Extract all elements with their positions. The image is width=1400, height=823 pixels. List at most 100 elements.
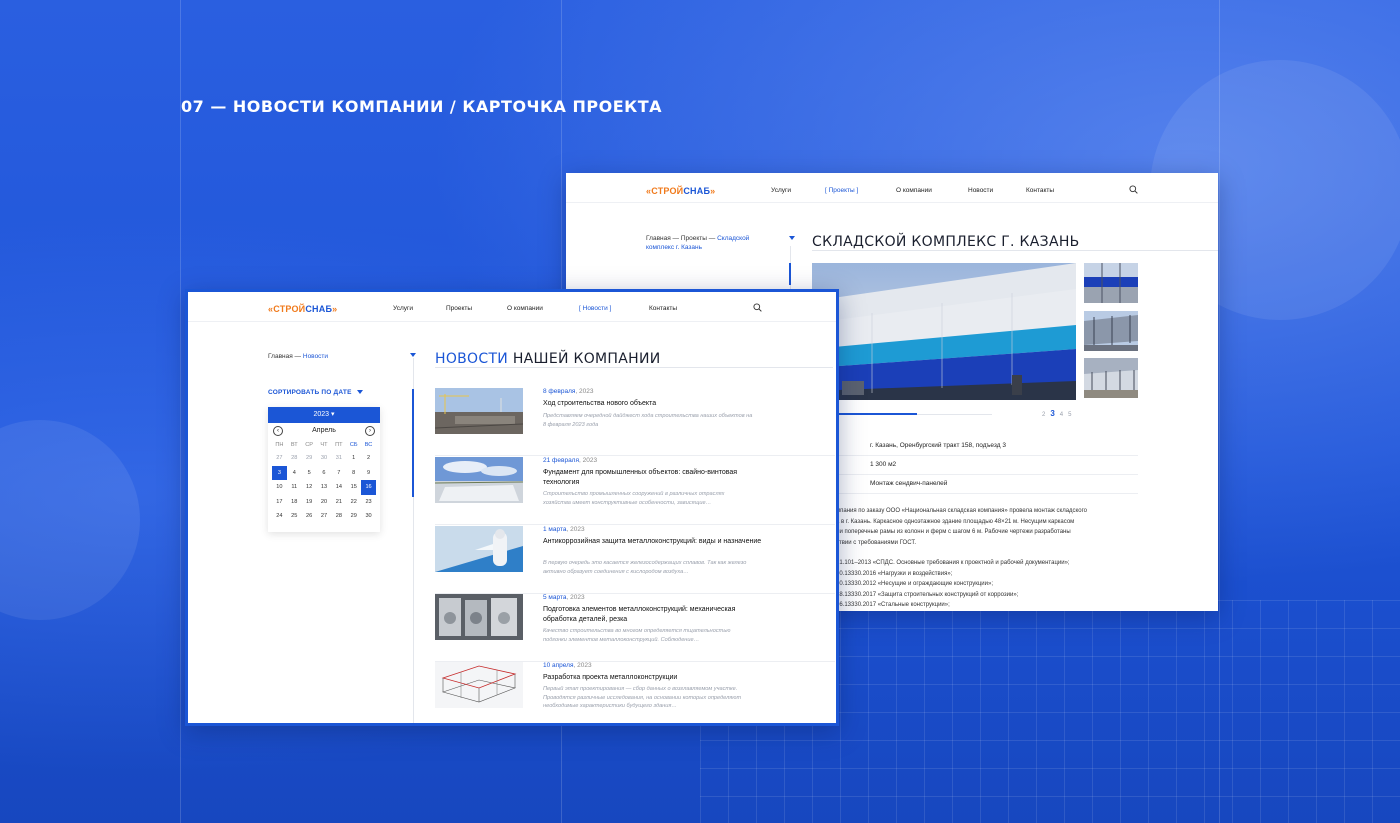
calendar-day[interactable]: 26: [302, 509, 317, 524]
calendar-day[interactable]: 21: [331, 495, 346, 510]
calendar: 2023 ▾ ‹ Апрель › ПН ВТ СР ЧТ ПТ СБ ВС 27 28 29 30…: [268, 407, 380, 532]
nav-item-contacts[interactable]: Контакты: [1026, 187, 1054, 194]
news-thumbnail[interactable]: [435, 594, 523, 640]
calendar-day[interactable]: 6: [317, 466, 332, 481]
calendar-day[interactable]: 30: [361, 509, 376, 524]
calendar-day[interactable]: 10: [272, 480, 287, 495]
calendar-day[interactable]: 9: [361, 466, 376, 481]
calendar-day-selected[interactable]: 3: [272, 465, 287, 480]
calendar-day[interactable]: 1: [346, 451, 361, 466]
nav-item-projects[interactable]: Проекты: [446, 305, 507, 312]
thumbnail-image: [1084, 358, 1138, 398]
calendar-day[interactable]: 29: [346, 509, 361, 524]
project-main-photo[interactable]: [812, 263, 1076, 400]
calendar-day[interactable]: 27: [272, 451, 287, 466]
news-headline[interactable]: Фундамент для промышленных объектов: сва…: [543, 468, 763, 488]
news-item[interactable]: 5 марта, 2023 Подготовка элементов метал…: [435, 594, 835, 662]
calendar-day[interactable]: 23: [361, 495, 376, 510]
news-headline[interactable]: Ход строительства нового объекта: [543, 399, 763, 409]
nav-item-about[interactable]: О компании: [896, 187, 968, 194]
date-day: 10 апреля: [543, 662, 574, 669]
pager-page[interactable]: 2: [1042, 412, 1045, 418]
breadcrumb-sep: —: [292, 353, 303, 360]
calendar-day[interactable]: 25: [287, 509, 302, 524]
calendar-day[interactable]: 4: [287, 466, 302, 481]
calendar-day[interactable]: 18: [287, 495, 302, 510]
news-excerpt: Первый этап проектирования — сбор данных…: [543, 686, 742, 709]
calendar-day[interactable]: 24: [272, 509, 287, 524]
calendar-day[interactable]: 7: [331, 466, 346, 481]
date-year: , 2023: [579, 457, 598, 464]
calendar-day[interactable]: 13: [317, 480, 332, 495]
nav-item-projects[interactable]: [ Проекты ]: [825, 187, 896, 194]
news-item[interactable]: 1 марта, 2023 Антикоррозийная защита мет…: [435, 526, 835, 594]
news-thumbnail[interactable]: [435, 662, 523, 708]
news-headline[interactable]: Разработка проекта металлоконструкции: [543, 673, 763, 683]
nav-item-about[interactable]: О компании: [507, 305, 579, 312]
nav-item-news[interactable]: Новости: [968, 187, 1026, 194]
project-description: мпания по заказу ООО «Национальная склад…: [836, 506, 1136, 548]
news-excerpt: Представляем очередной дайджест хода стр…: [543, 413, 753, 428]
brand-logo[interactable]: «СТРОЙСНАБ»: [646, 186, 715, 196]
pager-page[interactable]: 5: [1068, 412, 1071, 418]
calendar-day[interactable]: 2: [361, 451, 376, 466]
nav-item-services[interactable]: Услуги: [393, 305, 446, 312]
calendar-day[interactable]: 20: [317, 495, 332, 510]
calendar-day[interactable]: 15: [346, 480, 361, 495]
prev-month-icon[interactable]: ‹: [273, 426, 283, 436]
news-item[interactable]: 21 февраля, 2023 Фундамент для промышлен…: [435, 457, 835, 525]
calendar-day[interactable]: 11: [287, 480, 302, 495]
logo-part1: СТРОЙ: [651, 186, 684, 196]
pager-current[interactable]: 3: [1050, 409, 1054, 418]
calendar-day-selected[interactable]: 16: [361, 480, 376, 495]
calendar-day[interactable]: 19: [302, 495, 317, 510]
search-icon[interactable]: [1129, 185, 1138, 194]
date-day: 1 марта: [543, 526, 567, 533]
nav-item-contacts[interactable]: Контакты: [649, 305, 677, 312]
calendar-day[interactable]: 22: [346, 495, 361, 510]
news-headline[interactable]: Антикоррозийная защита металлоконструкци…: [543, 537, 763, 547]
guide-line: [180, 0, 181, 823]
nav-label: Проекты: [828, 187, 855, 194]
search-icon[interactable]: [753, 303, 762, 312]
calendar-day[interactable]: 5: [302, 466, 317, 481]
project-thumbnail[interactable]: [1084, 311, 1138, 351]
calendar-day[interactable]: 31: [331, 451, 346, 466]
calendar-day[interactable]: 30: [317, 451, 332, 466]
sort-by-date-button[interactable]: СОРТИРОВАТЬ ПО ДАТЕ: [268, 389, 363, 396]
calendar-day[interactable]: 12: [302, 480, 317, 495]
breadcrumb-home[interactable]: Главная: [646, 235, 671, 242]
news-thumbnail[interactable]: [435, 457, 523, 503]
project-thumbnail[interactable]: [1084, 358, 1138, 398]
weekday-label: СР: [305, 442, 314, 448]
next-month-icon[interactable]: ›: [365, 426, 375, 436]
nav-label: Новости: [582, 305, 608, 312]
calendar-day[interactable]: 17: [272, 495, 287, 510]
calendar-day[interactable]: 28: [287, 451, 302, 466]
project-thumbnail[interactable]: [1084, 263, 1138, 303]
nav-item-news[interactable]: [ Новости ]: [579, 305, 649, 312]
calendar-day[interactable]: 8: [346, 466, 361, 481]
breadcrumb-home[interactable]: Главная: [268, 353, 293, 360]
brand-logo[interactable]: «СТРОЙСНАБ»: [268, 304, 337, 314]
calendar-day[interactable]: 14: [331, 480, 346, 495]
news-headline[interactable]: Подготовка элементов металлоконструкций:…: [543, 605, 763, 625]
norms-list: 21.101–2013 «СПДС. Основные требования к…: [836, 558, 1136, 611]
calendar-year-select[interactable]: 2023 ▾: [268, 407, 380, 423]
spec-value: 1 300 м2: [870, 461, 897, 468]
news-thumbnail[interactable]: [435, 526, 523, 572]
calendar-day[interactable]: 27: [317, 509, 332, 524]
norm-item: 21.101–2013 «СПДС. Основные требования к…: [836, 560, 1070, 566]
calendar-day[interactable]: 28: [331, 509, 346, 524]
nav-item-services[interactable]: Услуги: [771, 187, 825, 194]
news-thumbnail[interactable]: [435, 388, 523, 434]
news-item[interactable]: 10 апреля, 2023 Разработка проекта метал…: [435, 662, 835, 723]
pager-page[interactable]: 4: [1060, 412, 1063, 418]
calendar-day[interactable]: 29: [302, 451, 317, 466]
breadcrumb-projects[interactable]: Проекты: [681, 235, 707, 242]
title-underline: [812, 250, 1218, 251]
news-item[interactable]: 8 февраля, 2023 Ход строительства нового…: [435, 388, 835, 456]
nav-label: О компании: [896, 187, 932, 194]
top-navigation: «СТРОЙСНАБ» Услуги [ Проекты ] О компани…: [566, 173, 1218, 203]
anticorrosion-photo: [435, 526, 523, 572]
